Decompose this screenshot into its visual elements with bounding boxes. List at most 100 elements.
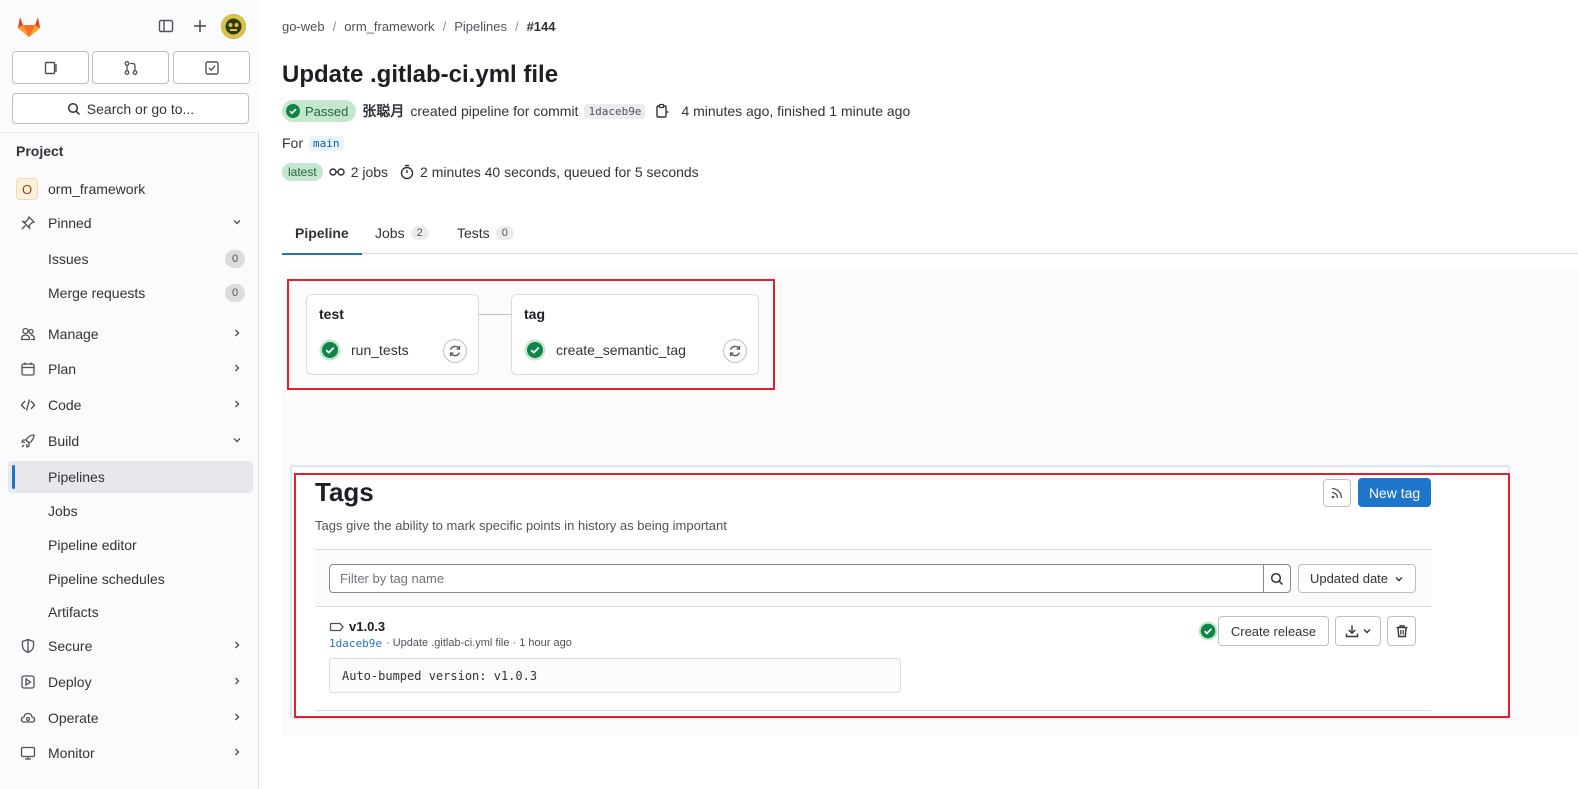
sidebar-item-build[interactable]: Build	[8, 425, 253, 457]
merge-request-icon	[124, 60, 137, 75]
breadcrumb-current[interactable]: #144	[527, 19, 556, 34]
status-label: Passed	[305, 103, 349, 119]
users-icon	[19, 325, 37, 343]
copy-icon[interactable]	[655, 103, 669, 119]
check-circle-icon	[524, 339, 546, 361]
tab-label: Pipeline	[295, 225, 349, 241]
sidebar-item-label: Artifacts	[48, 604, 99, 620]
sidebar-item-secure[interactable]: Secure	[8, 630, 253, 662]
pipeline-time-text: 4 minutes ago, finished 1 minute ago	[681, 103, 911, 119]
issues-count-badge: 0	[225, 250, 245, 268]
monitor-icon	[19, 744, 37, 762]
stage-connector	[479, 314, 511, 315]
tab-pipeline[interactable]: Pipeline	[282, 212, 362, 255]
todo-icon	[204, 60, 219, 75]
sidebar-item-label: Plan	[48, 361, 77, 377]
sidebar-item-plan[interactable]: Plan	[8, 353, 253, 385]
sidebar-toggle-icon[interactable]	[155, 15, 177, 37]
chevron-right-icon	[231, 397, 243, 413]
sidebar-item-operate[interactable]: Operate	[8, 702, 253, 734]
sidebar-item-merge-requests[interactable]: Merge requests 0	[8, 277, 253, 309]
tab-label: Tests	[457, 225, 490, 241]
retry-icon	[449, 345, 461, 357]
pipeline-meta: Passed 张聪月 created pipeline for commit 1…	[282, 100, 910, 122]
calendar-icon	[19, 360, 37, 378]
sidebar-item-label: Operate	[48, 710, 99, 726]
search-icon	[67, 102, 80, 115]
rocket-icon	[19, 432, 37, 450]
chevron-right-icon	[231, 326, 243, 342]
sidebar: Search or go to... Project O orm_framewo…	[0, 0, 259, 789]
job-name: create_semantic_tag	[556, 342, 686, 358]
highlight-box	[294, 473, 1510, 718]
sidebar-item-label: Pipelines	[48, 469, 105, 485]
sidebar-item-deploy[interactable]: Deploy	[8, 666, 253, 698]
todos-shortcut-button[interactable]	[173, 51, 250, 84]
user-avatar[interactable]	[221, 14, 246, 39]
chevron-down-icon	[231, 433, 243, 449]
status-badge[interactable]: Passed	[282, 100, 357, 122]
issues-icon	[44, 61, 57, 74]
stage-card-tag: tag create_semantic_tag	[511, 294, 759, 375]
breadcrumb-separator: /	[514, 19, 519, 34]
timer-icon	[400, 164, 414, 180]
sidebar-item-label: Pinned	[48, 215, 92, 231]
issues-shortcut-button[interactable]	[12, 51, 89, 84]
tab-jobs[interactable]: Jobs 2	[375, 212, 429, 254]
pipeline-created-text: created pipeline for commit	[410, 103, 579, 119]
commit-sha[interactable]: 1daceb9e	[584, 103, 646, 119]
merge-requests-shortcut-button[interactable]	[92, 51, 169, 84]
deploy-icon	[19, 673, 37, 691]
breadcrumb-project[interactable]: orm_framework	[344, 19, 434, 34]
tab-label: Jobs	[375, 225, 405, 241]
sidebar-item-jobs[interactable]: Jobs	[8, 495, 253, 527]
chevron-right-icon	[231, 745, 243, 761]
stage-title: test	[319, 306, 344, 322]
pipeline-stats-row: latest 2 jobs 2 minutes 40 seconds, queu…	[282, 163, 699, 181]
latest-badge: latest	[282, 163, 323, 181]
tab-count-badge: 0	[495, 226, 514, 240]
breadcrumb-group[interactable]: go-web	[282, 19, 325, 34]
sidebar-item-code[interactable]: Code	[8, 389, 253, 421]
pipeline-author[interactable]: 张聪月	[362, 101, 404, 121]
breadcrumb: go-web / orm_framework / Pipelines / #14…	[282, 19, 556, 34]
cloud-gear-icon	[19, 709, 37, 727]
for-label: For	[282, 135, 303, 151]
page-title: Update .gitlab-ci.yml file	[282, 61, 559, 88]
sidebar-item-label: orm_framework	[48, 181, 146, 197]
tab-tests[interactable]: Tests 0	[457, 212, 514, 254]
sidebar-item-issues[interactable]: Issues 0	[8, 243, 253, 275]
check-circle-icon	[319, 339, 341, 361]
sidebar-item-project[interactable]: O orm_framework	[8, 173, 253, 205]
job-name: run_tests	[351, 342, 409, 358]
chevron-right-icon	[231, 674, 243, 690]
search-button[interactable]: Search or go to...	[12, 93, 249, 124]
retry-button[interactable]	[443, 339, 467, 363]
sidebar-item-label: Manage	[48, 326, 99, 342]
stage-title: tag	[524, 306, 545, 322]
job-run-tests[interactable]: run_tests	[319, 339, 409, 361]
breadcrumb-separator: /	[442, 19, 447, 34]
sidebar-item-label: Deploy	[48, 674, 92, 690]
sidebar-item-pipeline-schedules[interactable]: Pipeline schedules	[8, 563, 253, 595]
chevron-right-icon	[231, 710, 243, 726]
gitlab-logo-icon[interactable]	[15, 12, 43, 40]
branch-link[interactable]: main	[309, 135, 344, 151]
sidebar-header: Search or go to...	[0, 0, 259, 132]
sidebar-item-label: Build	[48, 433, 80, 449]
sidebar-item-label: Issues	[48, 251, 89, 267]
sidebar-item-monitor[interactable]: Monitor	[8, 737, 253, 769]
retry-button[interactable]	[723, 339, 747, 363]
sidebar-item-pipelines[interactable]: Pipelines	[8, 461, 253, 493]
check-circle-icon	[286, 104, 300, 118]
sidebar-item-manage[interactable]: Manage	[8, 318, 253, 350]
plus-icon[interactable]	[189, 15, 211, 37]
sidebar-item-label: Monitor	[48, 745, 95, 761]
shield-icon	[19, 637, 37, 655]
sidebar-item-artifacts[interactable]: Artifacts	[8, 596, 253, 628]
breadcrumb-pipelines[interactable]: Pipelines	[454, 19, 507, 34]
sidebar-item-pinned[interactable]: Pinned	[8, 207, 253, 239]
sidebar-item-pipeline-editor[interactable]: Pipeline editor	[8, 529, 253, 561]
job-create-semantic-tag[interactable]: create_semantic_tag	[524, 339, 686, 361]
pipeline-tabs: Pipeline Jobs 2 Tests 0	[282, 212, 1578, 255]
